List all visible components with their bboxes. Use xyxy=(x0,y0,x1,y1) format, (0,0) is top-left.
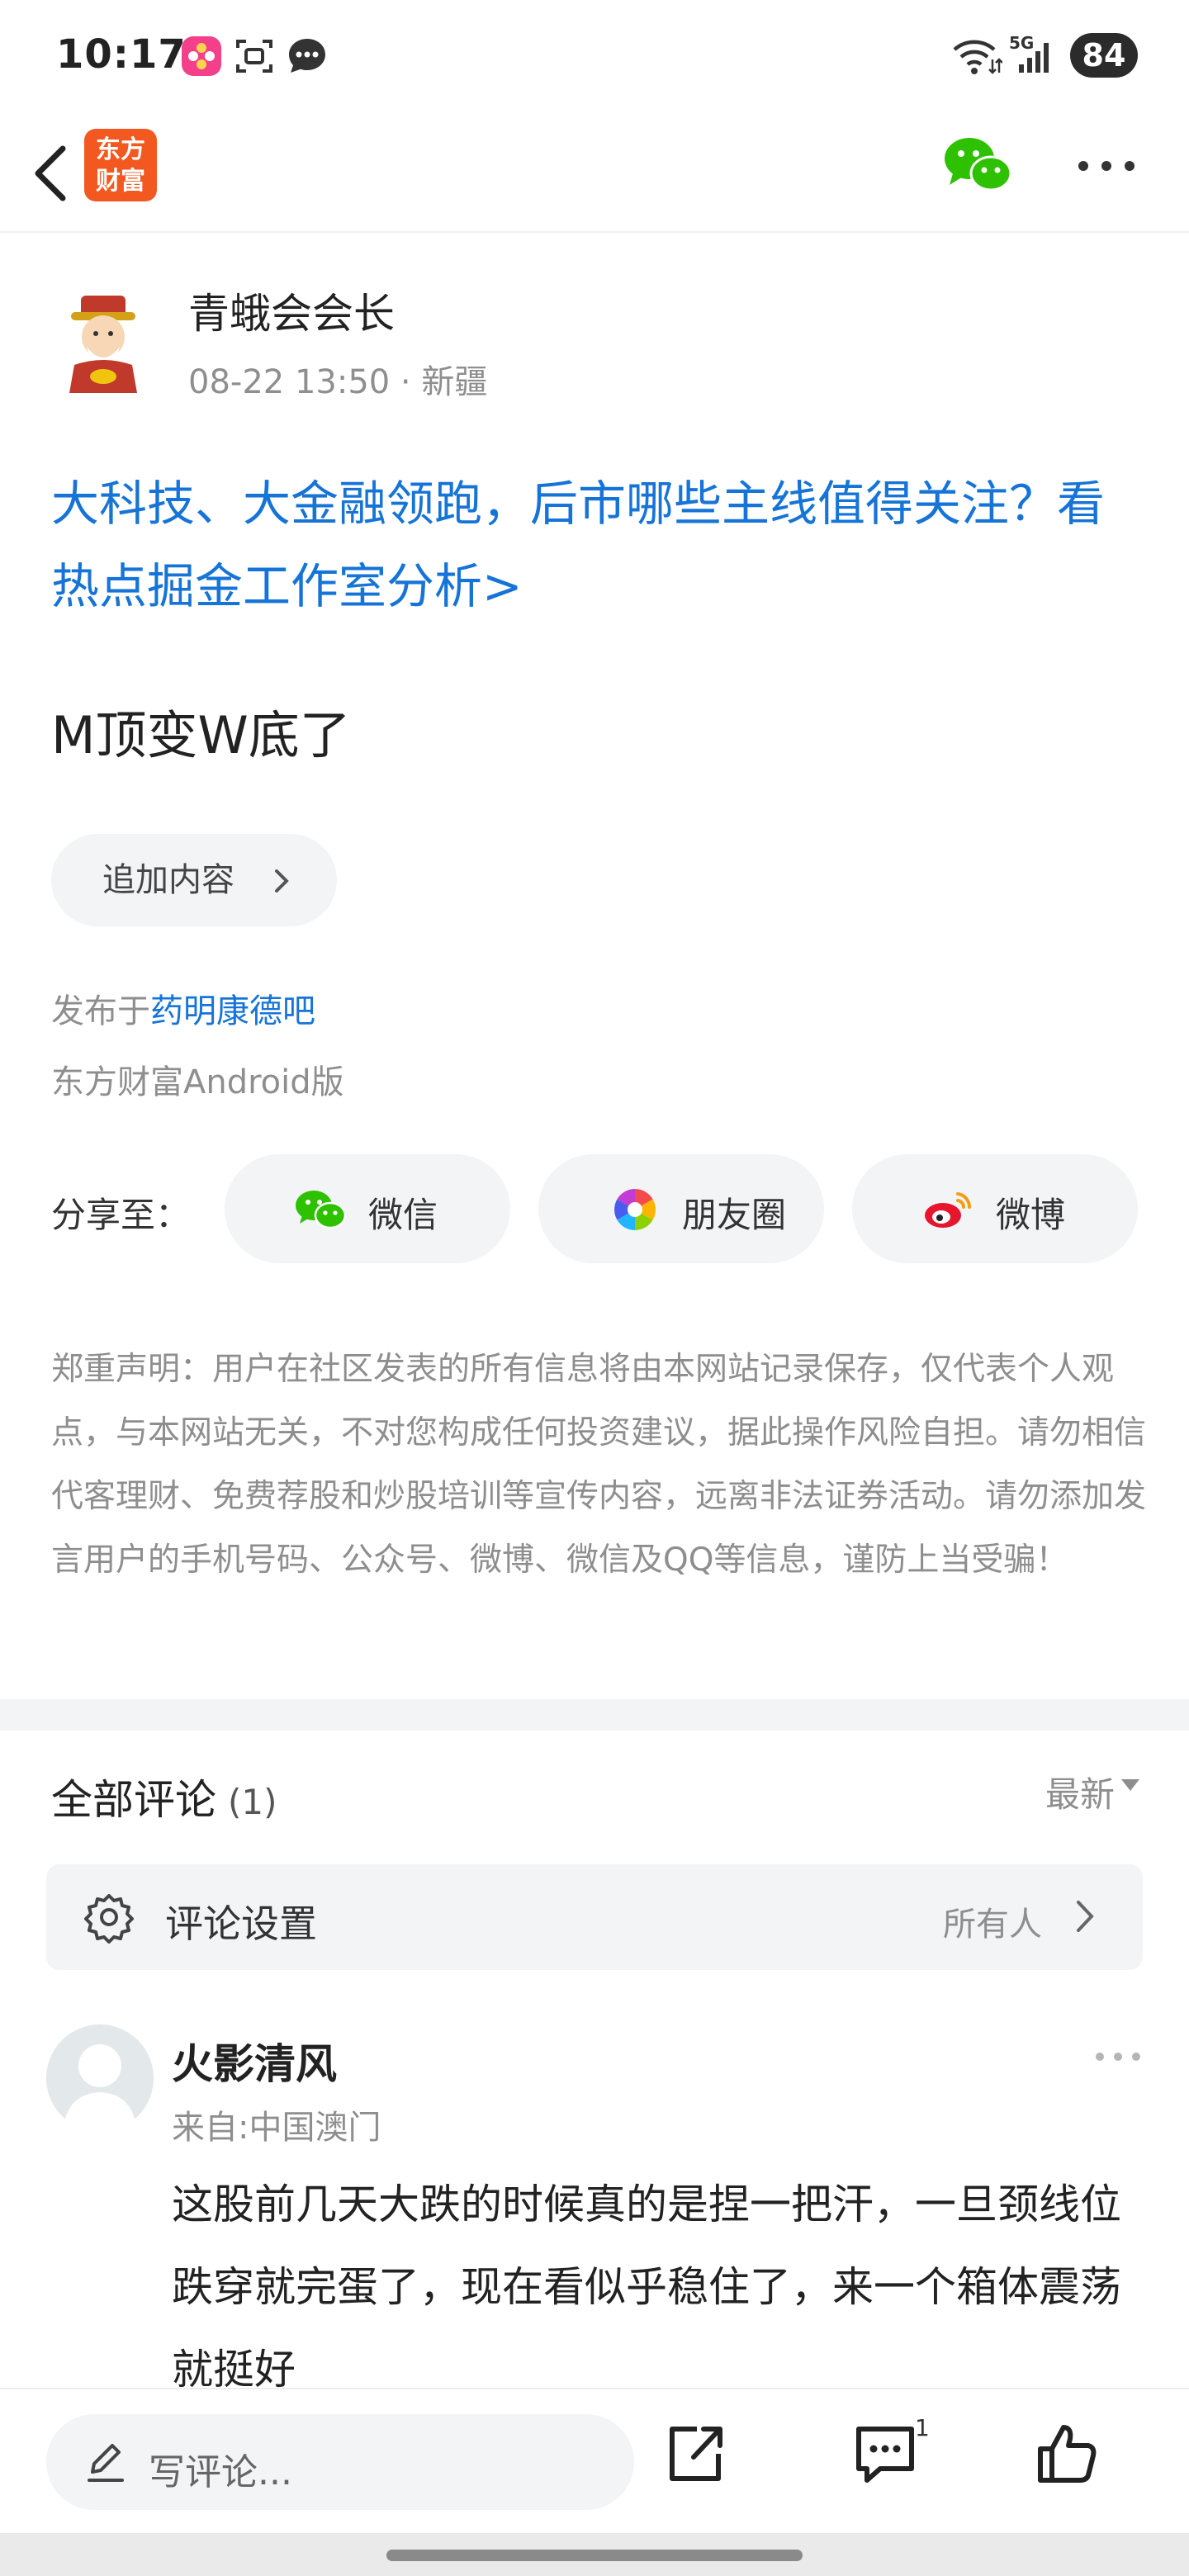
share-wechat-button[interactable]: 微信 xyxy=(225,1154,510,1263)
post-meta: 08-22 13:50 · 新疆 xyxy=(188,363,488,401)
share-moments-button[interactable]: 朋友圈 xyxy=(538,1154,824,1263)
comment-count-badge: 1 xyxy=(915,2414,930,2441)
home-indicator[interactable] xyxy=(386,2550,803,2561)
system-navigation-area xyxy=(0,2533,1189,2576)
east-money-logo[interactable]: 东方 财富 xyxy=(84,129,157,201)
comment-sort-button[interactable]: 最新 xyxy=(1045,1767,1115,1817)
comments-header: 全部评论 (1) xyxy=(51,1767,277,1826)
section-divider xyxy=(0,1699,1189,1731)
share-weibo-button[interactable]: 微博 xyxy=(852,1154,1138,1263)
promo-link[interactable]: 大科技、大金融领跑，后市哪些主线值得关注？看热点掘金工作室分析> xyxy=(51,462,1149,627)
comment-settings-row[interactable]: 评论设置 所有人 xyxy=(46,1864,1143,1970)
comment-settings-label: 评论设置 xyxy=(165,1901,317,1946)
bottom-action-bar: 写评论... 1 xyxy=(0,2388,1189,2533)
chevron-right-icon xyxy=(275,869,289,893)
share-moments-label: 朋友圈 xyxy=(682,1195,787,1235)
wifi-icon xyxy=(953,40,1002,74)
comments-title: 全部评论 xyxy=(51,1776,216,1824)
battery-indicator: 84 xyxy=(1070,33,1138,78)
status-bar: 10:17 5G 84 xyxy=(0,0,1189,112)
thumbs-up-icon[interactable] xyxy=(1032,2419,1101,2488)
message-icon xyxy=(289,39,325,73)
author-avatar[interactable] xyxy=(50,289,157,396)
published-in: 发布于药明康德吧 xyxy=(51,984,315,1032)
weibo-icon xyxy=(925,1192,972,1228)
pencil-icon xyxy=(88,2444,124,2482)
wechat-icon xyxy=(296,1191,347,1229)
more-options-icon[interactable] xyxy=(1073,145,1139,187)
post-content: M顶变W底了 xyxy=(51,705,351,765)
forum-link[interactable]: 药明康德吧 xyxy=(150,992,315,1030)
comment-settings-value: 所有人 xyxy=(943,1906,1042,1944)
comments-count: (1) xyxy=(228,1782,277,1822)
photos-app-icon xyxy=(182,36,221,76)
add-content-label: 追加内容 xyxy=(102,861,234,899)
commenter-name[interactable]: 火影清风 xyxy=(172,2031,337,2091)
back-button[interactable] xyxy=(20,132,94,215)
wechat-share-icon[interactable] xyxy=(941,132,1016,198)
share-icon[interactable] xyxy=(661,2419,730,2488)
scan-icon xyxy=(236,40,272,73)
commenter-location: 来自:中国澳门 xyxy=(172,2109,381,2147)
write-comment-placeholder: 写评论... xyxy=(149,2451,292,2493)
disclaimer-text: 郑重声明：用户在社区发表的所有信息将由本网站记录保存，仅代表个人观点，与本网站无… xyxy=(51,1351,1147,1579)
author-name[interactable]: 青蛾会会长 xyxy=(188,281,395,340)
comment-text: 这股前几天大跌的时候真的是捏一把汗，一旦颈线位跌穿就完蛋了，现在看似乎稳住了，来… xyxy=(172,2181,1121,2394)
comment-icon[interactable] xyxy=(850,2419,920,2488)
chevron-right-icon xyxy=(1077,1901,1094,1932)
commenter-avatar[interactable] xyxy=(46,2024,154,2132)
share-wechat-label: 微信 xyxy=(368,1195,438,1235)
status-time: 10:17 xyxy=(56,31,187,78)
share-label: 分享至： xyxy=(51,1195,191,1235)
comment-more-icon[interactable] xyxy=(1093,2044,1143,2069)
share-weibo-label: 微博 xyxy=(996,1195,1066,1235)
moments-icon xyxy=(614,1189,656,1230)
top-navigation-bar: 东方 财富 xyxy=(0,112,1189,233)
add-content-button[interactable]: 追加内容 xyxy=(51,834,337,926)
client-source: 东方财富Android版 xyxy=(51,1063,344,1101)
gear-icon xyxy=(84,1894,134,1944)
caret-down-icon[interactable] xyxy=(1120,1777,1141,1793)
published-prefix: 发布于 xyxy=(51,992,150,1030)
signal-icon xyxy=(1019,43,1049,73)
default-avatar-icon xyxy=(63,2044,137,2132)
write-comment-input[interactable]: 写评论... xyxy=(46,2414,634,2510)
